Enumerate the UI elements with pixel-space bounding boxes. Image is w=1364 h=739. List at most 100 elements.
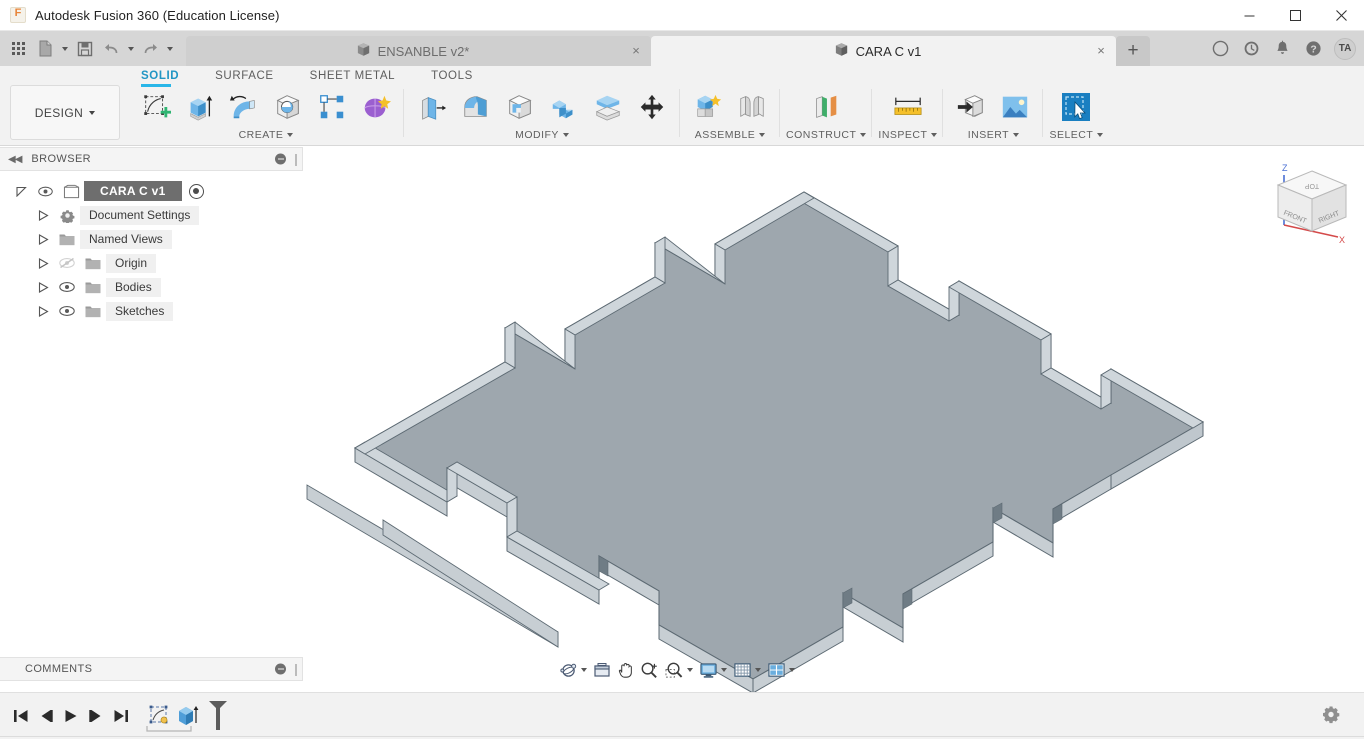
ribbon-group-label-insert[interactable]: INSERT (967, 129, 1020, 141)
add-comment-icon[interactable] (275, 663, 286, 675)
group-label-text: INSERT (967, 129, 1010, 141)
chevron-down-icon (759, 133, 766, 137)
timeline-settings-gear-icon[interactable] (1322, 705, 1340, 726)
tree-item-named-views[interactable]: Named Views (0, 227, 303, 251)
new-component-button[interactable] (686, 85, 730, 128)
chevron-down-icon (1013, 133, 1020, 137)
ribbon-group-label-create[interactable]: CREATE (239, 129, 294, 141)
new-tab-button[interactable]: + (1116, 36, 1150, 66)
visibility-eye-icon[interactable] (54, 305, 80, 317)
viewport-canvas[interactable]: Z X TOP FRONT RIGHT (303, 147, 1364, 692)
ribbon-group-label-construct[interactable]: CONSTRUCT (786, 129, 867, 141)
data-panel-grid-icon[interactable] (5, 35, 32, 62)
extrude-button[interactable] (178, 85, 222, 128)
panel-resize-grip[interactable] (295, 154, 297, 166)
maximize-button[interactable] (1272, 0, 1318, 31)
new-file-icon[interactable] (32, 35, 59, 62)
ribbon-group-label-assemble[interactable]: ASSEMBLE (695, 129, 766, 141)
save-icon[interactable] (71, 35, 98, 62)
split-body-button[interactable] (586, 85, 630, 128)
expand-triangle-icon[interactable] (32, 305, 54, 317)
redo-dropdown-caret[interactable] (164, 35, 176, 62)
model-body[interactable] (303, 147, 1364, 692)
expand-triangle-icon[interactable] (32, 257, 54, 269)
view-cube[interactable]: Z X TOP FRONT RIGHT (1266, 155, 1358, 247)
expand-triangle-icon[interactable] (32, 209, 54, 221)
select-button[interactable] (1054, 85, 1098, 128)
orbit-button[interactable] (556, 657, 590, 683)
tree-item-bodies[interactable]: Bodies (0, 275, 303, 299)
tree-item-cara-c[interactable]: CARA C v1 (0, 179, 303, 203)
collapse-panel-icon[interactable]: ◀◀ (8, 154, 22, 165)
fillet-button[interactable] (454, 85, 498, 128)
timeline-step-back-button[interactable] (33, 701, 58, 731)
timeline-play-button[interactable] (58, 701, 83, 731)
create-sketch-button[interactable] (134, 84, 178, 128)
new-file-dropdown-caret[interactable] (59, 35, 71, 62)
timeline-step-forward-button[interactable] (83, 701, 108, 731)
create-form-button[interactable] (354, 85, 398, 128)
timeline-feature-extrude[interactable] (175, 703, 201, 729)
minimize-button[interactable] (1226, 0, 1272, 31)
avatar[interactable]: TA (1334, 37, 1356, 60)
pan-button[interactable] (614, 657, 637, 683)
workspace-switcher[interactable]: DESIGN (10, 85, 120, 140)
browser-minimize-icon[interactable] (275, 153, 286, 165)
press-pull-button[interactable] (410, 85, 454, 128)
tree-item-origin[interactable]: Origin (0, 251, 303, 275)
visibility-eye-icon[interactable] (54, 281, 80, 293)
ribbon-tab-sheet-metal[interactable]: SHEET METAL (292, 70, 413, 82)
joint-button[interactable] (730, 85, 774, 128)
expand-triangle-icon[interactable] (32, 233, 54, 245)
job-status-clock-icon[interactable] (1236, 33, 1267, 64)
document-tab-cara-c[interactable]: CARA C v1 × (651, 36, 1116, 66)
move-copy-button[interactable] (630, 85, 674, 128)
browser-panel: ◀◀ BROWSER CARA C v1 Document Settings N… (0, 147, 303, 655)
panel-resize-grip[interactable] (295, 664, 297, 676)
look-at-button[interactable] (590, 657, 614, 683)
offset-plane-button[interactable] (804, 85, 848, 128)
zoom-button[interactable] (637, 657, 662, 683)
tab-close-icon[interactable]: × (629, 44, 643, 58)
extensions-icon[interactable] (1205, 33, 1236, 64)
viewports-button[interactable] (764, 657, 798, 683)
shell-button[interactable] (498, 85, 542, 128)
combine-button[interactable] (542, 85, 586, 128)
tree-item-document-settings[interactable]: Document Settings (0, 203, 303, 227)
redo-icon[interactable] (137, 35, 164, 62)
canvas-image-button[interactable] (993, 85, 1037, 128)
document-tab-ensanble[interactable]: ENSANBLE v2* × (186, 36, 651, 66)
timeline-feature-sketch[interactable] (147, 703, 173, 729)
expand-triangle-icon[interactable] (10, 186, 32, 197)
ribbon-group-label-inspect[interactable]: INSPECT (878, 129, 938, 141)
timeline-go-to-beginning-button[interactable] (8, 701, 33, 731)
activate-component-radio[interactable] (188, 183, 204, 199)
grid-snaps-button[interactable] (730, 657, 764, 683)
tab-close-icon[interactable]: × (1094, 44, 1108, 58)
folder-icon (80, 304, 106, 318)
undo-dropdown-caret[interactable] (125, 35, 137, 62)
revolve-button[interactable] (222, 85, 266, 128)
undo-icon[interactable] (98, 35, 125, 62)
insert-derive-button[interactable] (949, 85, 993, 128)
ribbon-tab-tools[interactable]: TOOLS (413, 70, 491, 82)
ribbon-group-modify: MODIFY (404, 85, 680, 143)
notifications-bell-icon[interactable] (1267, 33, 1298, 64)
zoom-window-button[interactable] (662, 657, 696, 683)
ribbon-group-label-select[interactable]: SELECT (1049, 129, 1104, 141)
help-icon[interactable]: ? (1298, 33, 1329, 64)
visibility-eye-icon[interactable] (32, 186, 58, 197)
expand-triangle-icon[interactable] (32, 281, 54, 293)
close-button[interactable] (1318, 0, 1364, 31)
measure-button[interactable] (886, 85, 930, 128)
timeline-end-marker[interactable] (203, 698, 233, 734)
ribbon-group-label-modify[interactable]: MODIFY (515, 129, 569, 141)
pattern-button[interactable] (310, 85, 354, 128)
ribbon-tab-surface[interactable]: SURFACE (197, 70, 292, 82)
tree-item-sketches[interactable]: Sketches (0, 299, 303, 323)
display-settings-button[interactable] (696, 657, 730, 683)
sphere-button[interactable] (266, 85, 310, 128)
timeline-go-to-end-button[interactable] (108, 701, 133, 731)
visibility-eye-off-icon[interactable] (54, 257, 80, 269)
ribbon-tab-solid[interactable]: SOLID (123, 70, 197, 82)
